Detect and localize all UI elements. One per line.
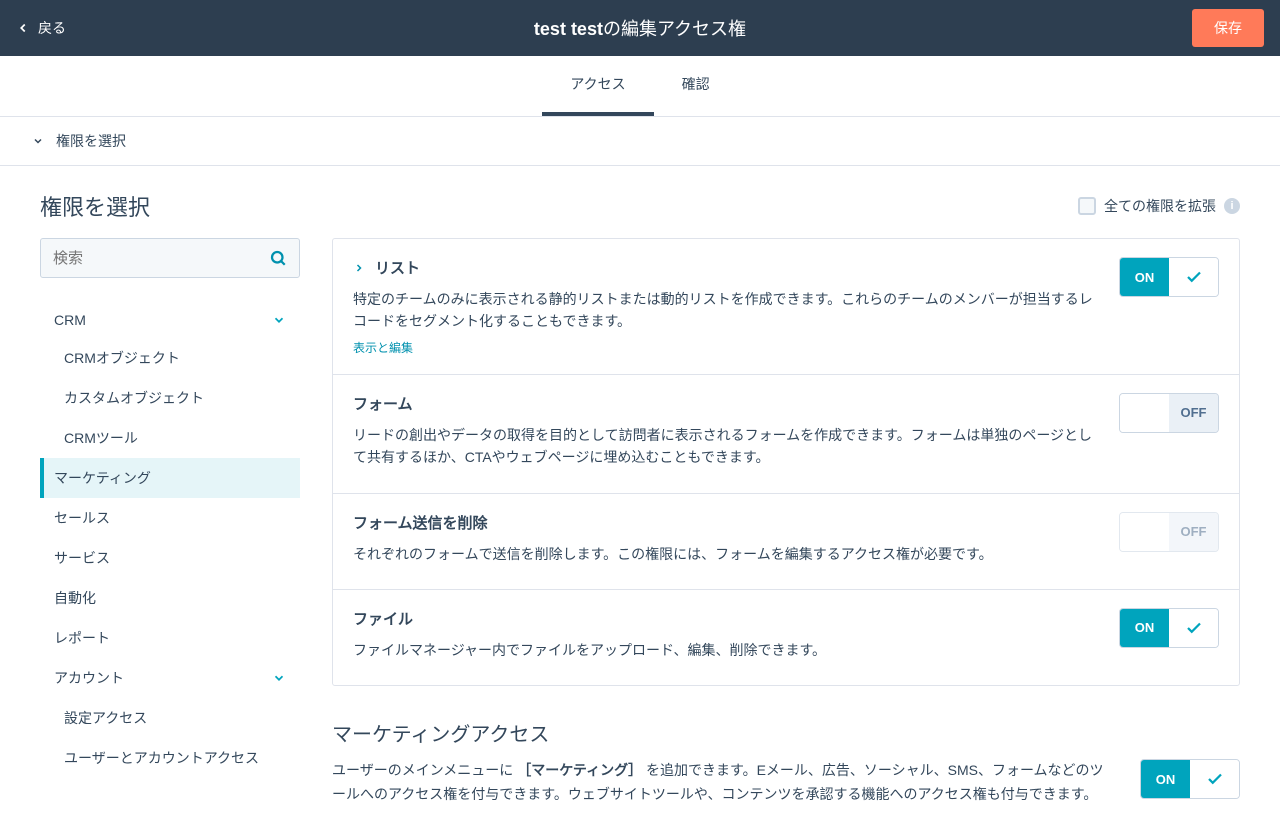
perm-file-desc: ファイルマネージャー内でファイルをアップロード、編集、削除できます。 bbox=[353, 639, 1095, 661]
nav-crm-label: CRM bbox=[54, 312, 86, 328]
toggle-off-label: OFF bbox=[1169, 513, 1218, 551]
nav-sales[interactable]: セールス bbox=[40, 498, 300, 538]
toggle-list[interactable]: ON bbox=[1119, 257, 1219, 297]
nav-service[interactable]: サービス bbox=[40, 538, 300, 578]
toggle-delete-form: OFF bbox=[1119, 512, 1219, 552]
marketing-access-block: ユーザーのメインメニューに ［マーケティング］ を追加できます。Eメール、広告、… bbox=[332, 759, 1240, 807]
tab-access[interactable]: アクセス bbox=[542, 56, 653, 116]
expand-all-permissions[interactable]: 全ての権限を拡張 i bbox=[1078, 196, 1240, 216]
nav-account[interactable]: アカウント bbox=[40, 658, 300, 698]
toggle-off-label: OFF bbox=[1169, 394, 1218, 432]
marketing-access-title: マーケティングアクセス bbox=[332, 718, 1240, 747]
back-label: 戻る bbox=[38, 18, 66, 38]
toggle-on-label: ON bbox=[1120, 258, 1169, 296]
nav-automation[interactable]: 自動化 bbox=[40, 578, 300, 618]
perm-delete-form-desc: それぞれのフォームで送信を削除します。この権限には、フォームを編集するアクセス権… bbox=[353, 543, 1095, 565]
perm-list-desc: 特定のチームのみに表示される静的リストまたは動的リストを作成できます。これらのチ… bbox=[353, 288, 1095, 333]
perm-delete-form-submission: フォーム送信を削除 それぞれのフォームで送信を削除します。この権限には、フォーム… bbox=[333, 494, 1239, 590]
permission-list: リスト 特定のチームのみに表示される静的リストまたは動的リストを作成できます。こ… bbox=[332, 238, 1240, 807]
nav-settings-access[interactable]: 設定アクセス bbox=[40, 698, 300, 738]
back-button[interactable]: 戻る bbox=[16, 18, 66, 38]
search-icon bbox=[269, 249, 287, 267]
toggle-file[interactable]: ON bbox=[1119, 608, 1219, 648]
perm-delete-form-title: フォーム送信を削除 bbox=[353, 512, 1095, 533]
nav-crm-tools[interactable]: CRMツール bbox=[40, 418, 300, 458]
perm-forms-desc: リードの創出やデータの取得を目的として訪問者に表示されるフォームを作成できます。… bbox=[353, 424, 1095, 469]
section-title: 権限を選択 bbox=[40, 190, 150, 222]
toggle-blank bbox=[1120, 513, 1169, 551]
nav-crm-objects[interactable]: CRMオブジェクト bbox=[40, 338, 300, 378]
check-icon bbox=[1190, 760, 1239, 798]
collapse-label: 権限を選択 bbox=[56, 131, 126, 151]
check-icon bbox=[1169, 258, 1218, 296]
perm-list-title: リスト bbox=[375, 257, 420, 278]
toggle-on-label: ON bbox=[1141, 760, 1190, 798]
nav-crm[interactable]: CRM bbox=[40, 302, 300, 338]
collapse-permissions[interactable]: 権限を選択 bbox=[0, 117, 1280, 166]
permissions-sidebar: CRM CRMオブジェクト カスタムオブジェクト CRMツール マーケティング … bbox=[40, 238, 300, 807]
perm-list-link[interactable]: 表示と編集 bbox=[353, 341, 413, 355]
nav-marketing[interactable]: マーケティング bbox=[40, 458, 300, 498]
perm-file: ファイル ファイルマネージャー内でファイルをアップロード、編集、削除できます。 … bbox=[333, 590, 1239, 685]
tabs: アクセス 確認 bbox=[0, 56, 1280, 117]
chevron-left-icon bbox=[16, 21, 30, 35]
chevron-right-icon[interactable] bbox=[353, 262, 365, 274]
nav-reports[interactable]: レポート bbox=[40, 618, 300, 658]
perm-file-title: ファイル bbox=[353, 608, 1095, 629]
tab-confirm[interactable]: 確認 bbox=[654, 56, 738, 116]
title-suffix: の編集アクセス権 bbox=[603, 19, 746, 39]
search-input[interactable] bbox=[53, 250, 269, 267]
chevron-down-icon bbox=[272, 313, 286, 327]
toggle-blank bbox=[1120, 394, 1169, 432]
title-prefix: test test bbox=[534, 19, 603, 39]
page-title: test testの編集アクセス権 bbox=[534, 15, 746, 41]
save-button[interactable]: 保存 bbox=[1192, 9, 1264, 47]
perm-list: リスト 特定のチームのみに表示される静的リストまたは動的リストを作成できます。こ… bbox=[333, 239, 1239, 375]
top-bar: 戻る test testの編集アクセス権 保存 bbox=[0, 0, 1280, 56]
toggle-forms[interactable]: OFF bbox=[1119, 393, 1219, 433]
marketing-access-desc: ユーザーのメインメニューに ［マーケティング］ を追加できます。Eメール、広告、… bbox=[332, 759, 1116, 807]
expand-all-checkbox[interactable] bbox=[1078, 197, 1096, 215]
nav-account-label: アカウント bbox=[54, 668, 124, 688]
nav-custom-objects[interactable]: カスタムオブジェクト bbox=[40, 378, 300, 418]
expand-all-label: 全ての権限を拡張 bbox=[1104, 196, 1216, 216]
search-box[interactable] bbox=[40, 238, 300, 278]
perm-forms-title: フォーム bbox=[353, 393, 1095, 414]
chevron-down-icon bbox=[272, 671, 286, 685]
toggle-marketing-access[interactable]: ON bbox=[1140, 759, 1240, 799]
chevron-down-icon bbox=[32, 135, 44, 147]
perm-forms: フォーム リードの創出やデータの取得を目的として訪問者に表示されるフォームを作成… bbox=[333, 375, 1239, 494]
info-icon[interactable]: i bbox=[1224, 198, 1240, 214]
check-icon bbox=[1169, 609, 1218, 647]
nav-user-account-access[interactable]: ユーザーとアカウントアクセス bbox=[40, 738, 300, 778]
toggle-on-label: ON bbox=[1120, 609, 1169, 647]
